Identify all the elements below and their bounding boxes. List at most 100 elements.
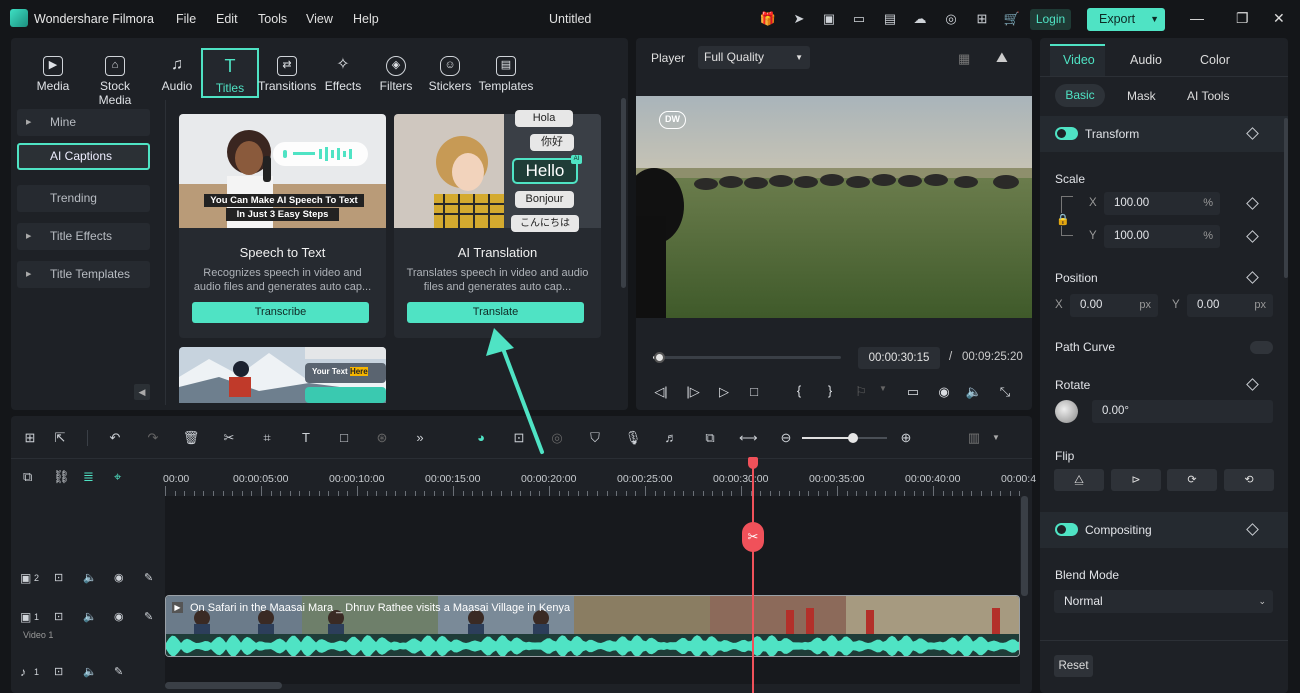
mark-out-icon[interactable]: } (821, 383, 839, 398)
menu-edit[interactable]: Edit (216, 12, 238, 26)
zoom-handle[interactable] (848, 433, 858, 443)
grid-apps-icon[interactable]: ⊞ (973, 10, 991, 28)
add-track-icon[interactable]: ⧉ (23, 469, 32, 485)
position-y-input[interactable]: 0.00 px (1187, 294, 1273, 317)
fullscreen-icon[interactable]: ⤡ (996, 384, 1014, 400)
sidebar-item-title-effects[interactable]: ▶ Title Effects (17, 223, 150, 250)
display-icon[interactable]: ▭ (904, 384, 922, 400)
compositing-toggle[interactable] (1055, 523, 1078, 536)
previous-frame-icon[interactable]: ◁| (652, 384, 670, 400)
mute-icon[interactable]: 🔈 (83, 665, 97, 678)
transcribe-button[interactable]: Transcribe (192, 302, 369, 323)
split-scissors-marker-icon[interactable]: ✂ (742, 522, 764, 552)
stop-icon[interactable]: □ (745, 384, 763, 399)
zoom-in-icon[interactable]: ⊕ (897, 430, 915, 446)
minimize-icon[interactable]: — (1190, 10, 1204, 26)
menu-tools[interactable]: Tools (258, 12, 287, 26)
playback-handle[interactable] (653, 352, 665, 363)
layout-grid-icon[interactable]: ⊞ (21, 430, 39, 446)
cart-icon[interactable]: 🛒 (1003, 10, 1021, 28)
eye-icon[interactable]: ◉ (114, 610, 124, 623)
tab-audio[interactable]: ♫ Audio (148, 48, 206, 98)
audio-list-icon[interactable]: ♬ (662, 430, 680, 445)
sidebar-item-trending[interactable]: Trending (17, 185, 150, 212)
maximize-icon[interactable]: ❐ (1236, 10, 1249, 27)
marker-icon[interactable]: ⚐ (852, 384, 870, 400)
camera-snapshot-icon[interactable]: ◉ (935, 384, 953, 400)
video-preview[interactable] (636, 96, 1032, 318)
reset-button[interactable]: Reset (1054, 655, 1093, 677)
lock-track-icon[interactable]: ⊡ (54, 665, 63, 678)
headset-icon[interactable]: ◎ (942, 10, 960, 28)
save-cloud-icon[interactable]: ▣ (820, 10, 838, 28)
lock-icon[interactable]: 🔒 (1056, 213, 1070, 226)
sidebar-item-ai-captions[interactable]: AI Captions (17, 143, 150, 170)
track-layout-icon[interactable]: ▥ (965, 430, 983, 446)
current-timecode[interactable]: 00:00:30:15 (858, 347, 940, 369)
prop-tab-color[interactable]: Color (1200, 53, 1230, 67)
speed-icon[interactable]: ⧉ (701, 430, 719, 446)
layout-icon[interactable]: ▭ (850, 10, 868, 28)
track-manager-icon[interactable]: ≣ (83, 469, 94, 485)
snap-icon[interactable]: ⌖ (114, 469, 121, 485)
tab-transitions[interactable]: ⇄ Transitions (258, 48, 316, 98)
prop-tab-video[interactable]: Video (1063, 53, 1095, 67)
collapse-sidebar-icon[interactable]: ◀ (134, 384, 150, 400)
hide-track-icon[interactable]: ✎ (144, 571, 153, 584)
zoom-slider[interactable] (802, 437, 887, 439)
rotate-input[interactable]: 0.00° (1092, 400, 1273, 423)
menu-view[interactable]: View (306, 12, 333, 26)
library-scrollbar[interactable] (621, 98, 626, 288)
text-tool-icon[interactable]: T (297, 430, 315, 445)
menu-file[interactable]: File (176, 12, 196, 26)
playback-slider[interactable] (653, 356, 841, 359)
subtab-ai-tools[interactable]: AI Tools (1187, 89, 1229, 103)
zoom-out-icon[interactable]: ⊖ (777, 430, 795, 446)
delete-icon[interactable]: 🗑 (182, 430, 200, 446)
play-icon[interactable]: ▷ (715, 384, 733, 400)
tab-filters[interactable]: ◈ Filters (367, 48, 425, 98)
crop-icon[interactable]: ⌗ (258, 430, 276, 446)
hide-track-icon[interactable]: ✎ (144, 610, 153, 623)
timeline-hscrollbar[interactable] (165, 682, 282, 689)
tab-templates[interactable]: ▤ Templates (477, 48, 535, 98)
send-icon[interactable]: ➤ (790, 10, 808, 28)
subtab-basic[interactable]: Basic (1055, 84, 1105, 107)
chevron-down-icon[interactable]: ▼ (874, 384, 892, 393)
shape-tool-icon[interactable]: □ (335, 430, 353, 445)
chevron-down-icon[interactable]: ▼ (992, 433, 1000, 442)
more-tools-icon[interactable]: » (411, 430, 429, 445)
path-curve-toggle[interactable] (1250, 341, 1273, 354)
tab-stock-media[interactable]: ⌂ Stock Media (84, 48, 146, 107)
mute-icon[interactable]: 🔈 (83, 610, 97, 623)
rotate-clockwise-icon[interactable]: ⟳ (1167, 469, 1217, 491)
fit-timeline-icon[interactable]: ⟷ (739, 430, 758, 446)
rotate-dial[interactable] (1055, 400, 1078, 423)
grid-view-icon[interactable]: ▦ (958, 51, 970, 67)
ai-tool-icon[interactable]: ⊛ (373, 430, 391, 446)
prop-tab-audio[interactable]: Audio (1130, 53, 1162, 67)
mute-icon[interactable]: 🔈 (83, 571, 97, 584)
shield-icon[interactable]: ⛉ (586, 430, 604, 446)
gift-icon[interactable]: 🎁 (759, 10, 777, 28)
keyboard-icon[interactable]: ▤ (881, 10, 899, 28)
cloud-upload-icon[interactable]: ☁ (911, 10, 929, 28)
split-scissors-icon[interactable]: ✂ (220, 430, 238, 446)
sidebar-item-mine[interactable]: ▶ Mine (17, 109, 150, 136)
tab-stickers[interactable]: ☺ Stickers (421, 48, 479, 98)
eye-icon[interactable]: ◉ (114, 571, 124, 584)
export-button[interactable]: Export ▼ (1087, 8, 1165, 31)
link-icon[interactable]: ⛓ (53, 469, 70, 485)
login-button[interactable]: Login (1030, 9, 1071, 30)
position-x-input[interactable]: 0.00 px (1070, 294, 1158, 317)
quality-select[interactable]: Full Quality ▼ (698, 46, 810, 69)
properties-scrollbar[interactable] (1284, 118, 1288, 278)
redo-icon[interactable]: ↷ (144, 430, 162, 446)
tab-effects[interactable]: ✧ Effects (314, 48, 372, 98)
volume-icon[interactable]: 🔈 (965, 384, 983, 400)
subtab-mask[interactable]: Mask (1127, 89, 1156, 103)
scale-x-input[interactable]: 100.00% (1104, 192, 1220, 215)
scale-y-input[interactable]: 100.00% (1104, 225, 1220, 248)
timeline-vscrollbar[interactable] (1021, 496, 1028, 596)
mark-in-icon[interactable]: { (790, 383, 808, 398)
